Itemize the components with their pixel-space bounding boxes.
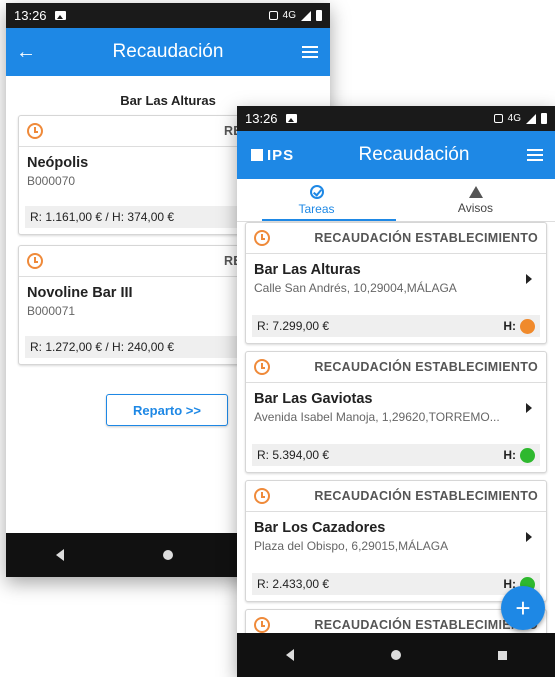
nav-home-icon[interactable] xyxy=(390,650,401,660)
status-bar: 13:26 4G xyxy=(237,106,555,131)
clock-icon xyxy=(27,123,43,139)
app-bar: IPS Recaudación xyxy=(237,131,555,179)
clock-icon xyxy=(254,617,270,633)
signal-icon xyxy=(301,10,311,21)
status-bar: 13:26 4G xyxy=(6,3,330,28)
logo-square-icon xyxy=(251,149,263,161)
image-notification-icon xyxy=(54,11,66,20)
list-item[interactable]: RECAUDACIÓN ESTABLECIMIENTO Bar Las Gavi… xyxy=(245,351,547,473)
menu-icon[interactable] xyxy=(515,149,555,161)
status-time: 13:26 xyxy=(245,111,278,126)
r-value: R: 5.394,00 € xyxy=(257,448,330,462)
tab-bar: Tareas Avisos xyxy=(237,179,555,222)
clock-icon xyxy=(254,230,270,246)
clock-icon xyxy=(254,359,270,375)
menu-icon[interactable] xyxy=(290,46,330,58)
clock-icon xyxy=(254,488,270,504)
warning-icon xyxy=(468,185,483,198)
r-value: R: 7.299,00 € xyxy=(257,319,330,333)
nav-recent-icon[interactable] xyxy=(497,650,507,660)
card-address: Calle San Andrés, 10,29004,MÁLAGA xyxy=(254,281,457,295)
vibrate-icon xyxy=(493,114,503,123)
nav-home-icon[interactable] xyxy=(162,550,173,560)
check-circle-icon xyxy=(309,184,324,199)
app-title: Recaudación xyxy=(112,41,224,62)
card-footer: R: 7.299,00 € H: xyxy=(252,315,540,337)
card-name: Bar Los Cazadores xyxy=(254,520,386,536)
card-address: Avenida Isabel Manoja, 1,29620,TORREMO..… xyxy=(254,410,500,424)
reparto-button[interactable]: Reparto >> xyxy=(106,394,228,426)
back-arrow-icon[interactable]: ← xyxy=(6,41,46,64)
signal-icon xyxy=(526,113,536,124)
network-label: 4G xyxy=(507,113,521,124)
system-nav-bar xyxy=(237,633,555,677)
front-phone-screen: 13:26 4G IPS Recaudación Tareas Avisos R… xyxy=(237,106,555,677)
clock-icon xyxy=(27,253,43,269)
card-name: Bar Las Gaviotas xyxy=(254,391,373,407)
arrow-right-icon[interactable] xyxy=(526,532,532,542)
card-type: RECAUDACIÓN ESTABLECIMIENTO xyxy=(314,618,538,632)
h-label: H: xyxy=(503,319,516,333)
list-item[interactable]: RECAUDACIÓN ESTABLECIMIENTO Bar Las Altu… xyxy=(245,222,547,344)
arrow-right-icon[interactable] xyxy=(526,403,532,413)
app-title: Recaudación xyxy=(358,144,470,165)
r-value: R: 2.433,00 € xyxy=(257,577,330,591)
h-status-dot xyxy=(520,318,535,334)
card-type: RECAUDACIÓN ESTABLECIMIENTO xyxy=(314,231,538,245)
tab-label: Avisos xyxy=(457,200,494,215)
card-name: Bar Las Alturas xyxy=(254,262,361,278)
h-status-dot xyxy=(520,447,535,463)
nav-back-icon[interactable] xyxy=(285,649,294,661)
ips-logo: IPS xyxy=(237,147,313,164)
card-footer: R: 2.433,00 € H: xyxy=(252,573,540,595)
logo-text: IPS xyxy=(267,146,295,164)
status-time: 13:26 xyxy=(14,8,47,23)
add-button[interactable]: + xyxy=(501,586,545,630)
image-notification-icon xyxy=(285,114,297,123)
list-item[interactable]: RECAUDACIÓN ESTABLECIMIENTO Bar Los Caza… xyxy=(245,480,547,602)
h-label: H: xyxy=(503,448,516,462)
tab-avisos[interactable]: Avisos xyxy=(396,179,555,221)
vibrate-icon xyxy=(268,11,278,20)
card-type: RECAUDACIÓN ESTABLECIMIENTO xyxy=(314,489,538,503)
network-label: 4G xyxy=(282,10,296,21)
arrow-right-icon[interactable] xyxy=(526,274,532,284)
nav-back-icon[interactable] xyxy=(55,549,64,561)
tab-label: Tareas xyxy=(298,201,335,216)
tab-tareas[interactable]: Tareas xyxy=(237,179,396,221)
battery-icon xyxy=(541,113,547,124)
card-type: RECAUDACIÓN ESTABLECIMIENTO xyxy=(314,360,538,374)
card-footer: R: 5.394,00 € H: xyxy=(252,444,540,466)
battery-icon xyxy=(316,10,322,21)
app-bar: ← Recaudación xyxy=(6,28,330,76)
card-address: Plaza del Obispo, 6,29015,MÁLAGA xyxy=(254,539,449,553)
